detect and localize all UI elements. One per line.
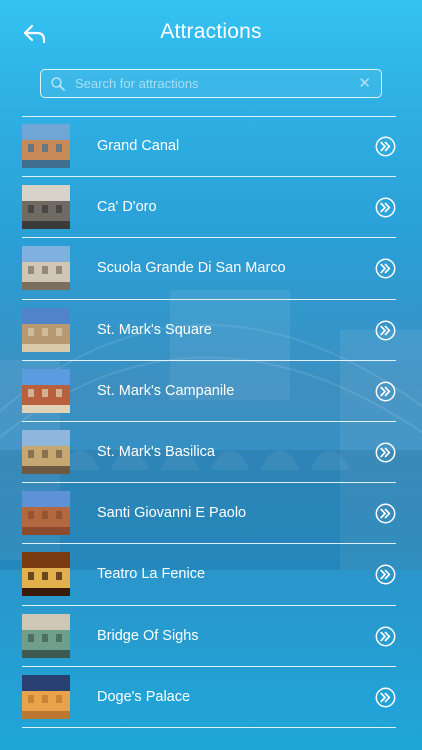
chevron-double-right-icon[interactable] — [375, 626, 396, 647]
attraction-thumbnail — [22, 552, 70, 597]
attraction-label: Ca' D'oro — [97, 199, 157, 216]
attraction-label: Teatro La Fenice — [97, 566, 206, 583]
list-item[interactable]: St. Mark's Campanile — [22, 361, 396, 422]
chevron-double-right-icon[interactable] — [375, 564, 396, 585]
list-item[interactable]: Santi Giovanni E Paolo — [22, 483, 396, 545]
chevron-double-right-icon[interactable] — [375, 381, 396, 402]
list-item[interactable]: Bridge Of Sighs — [22, 606, 396, 667]
chevron-double-right-icon[interactable] — [375, 503, 396, 524]
attraction-thumbnail — [22, 613, 70, 658]
attraction-label: St. Mark's Basilica — [97, 443, 215, 460]
list-item[interactable]: St. Mark's Basilica — [22, 422, 396, 484]
attraction-label: Santi Giovanni E Paolo — [97, 505, 247, 522]
navigation-bar: Attractions — [0, 0, 422, 66]
chevron-double-right-icon[interactable] — [375, 687, 396, 708]
search-input[interactable] — [75, 70, 355, 96]
attraction-label: Grand Canal — [97, 138, 180, 154]
list-item[interactable]: Ca' D'oro — [22, 177, 396, 239]
chevron-double-right-icon[interactable] — [375, 136, 396, 157]
search-icon — [51, 77, 65, 91]
attraction-thumbnail — [22, 307, 70, 352]
attraction-thumbnail — [22, 429, 70, 474]
chevron-double-right-icon[interactable] — [375, 197, 396, 218]
attraction-label: Scuola Grande Di San Marco — [97, 260, 286, 277]
list-item[interactable]: Scuola Grande Di San Marco — [22, 238, 396, 300]
page-title: Attractions — [160, 20, 262, 43]
list-item[interactable]: Teatro La Fenice — [22, 544, 396, 606]
attraction-thumbnail — [22, 674, 70, 719]
attraction-label: Bridge Of Sighs — [97, 627, 199, 644]
attraction-label: St. Mark's Campanile — [97, 382, 235, 399]
search-bar[interactable]: ✕ — [40, 69, 382, 98]
clear-icon[interactable]: ✕ — [358, 74, 371, 92]
attraction-label: St. Mark's Square — [97, 321, 212, 338]
chevron-double-right-icon[interactable] — [375, 442, 396, 463]
attraction-thumbnail — [22, 246, 70, 291]
attractions-list: Grand Canal Ca' D'oro Scuola Grande Di San… — [0, 116, 422, 728]
list-item[interactable]: Grand Canal — [22, 116, 396, 178]
attraction-label: Doge's Palace — [97, 688, 191, 705]
attraction-thumbnail — [22, 491, 70, 536]
attraction-thumbnail — [22, 368, 70, 413]
attraction-thumbnail — [22, 124, 70, 168]
chevron-double-right-icon[interactable] — [375, 258, 396, 279]
list-item[interactable]: Doge's Palace — [22, 667, 396, 728]
chevron-double-right-icon[interactable] — [375, 320, 396, 341]
list-item[interactable]: St. Mark's Square — [22, 300, 396, 361]
attraction-thumbnail — [22, 185, 70, 230]
